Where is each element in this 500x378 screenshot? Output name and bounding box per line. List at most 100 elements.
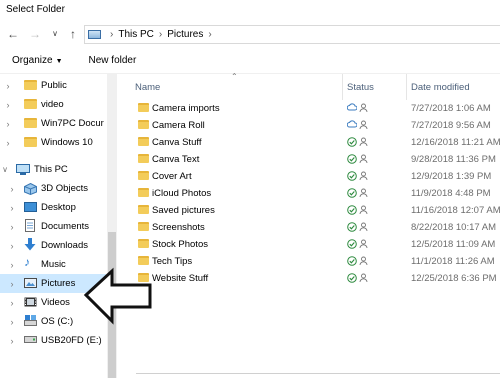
folder-icon [138,171,149,183]
downloads-icon [24,238,37,251]
chevron-right-icon[interactable]: › [3,100,13,110]
file-name: Camera Roll [152,120,205,131]
file-row[interactable]: iCloud Photos 11/9/2018 4:48 PM [118,185,500,202]
column-header-date-modified[interactable]: Date modified [411,74,470,100]
status-cell [347,273,371,284]
column-divider[interactable] [342,74,343,100]
file-name: Website Stuff [152,273,209,284]
pictures-icon [24,278,37,289]
organize-label: Organize [12,55,53,66]
nav-item-win7pc-documents[interactable]: › Win7PC Docur [0,114,106,133]
date-modified: 12/16/2018 11:21 AM [411,137,500,148]
annotation-arrow-icon [83,267,152,325]
file-name: Camera imports [152,103,220,114]
file-name: Saved pictures [152,205,215,216]
cloud-icon [346,120,358,130]
nav-item-3d-objects[interactable]: › 3D Objects [0,179,106,198]
up-arrow-icon[interactable]: ↑ [66,25,80,43]
status-cell [347,222,371,233]
back-icon[interactable]: ← [6,25,20,43]
nav-item-downloads[interactable]: › Downloads [0,236,106,255]
date-modified: 7/27/2018 9:56 AM [411,120,491,131]
file-row[interactable]: Website Stuff 12/25/2018 6:36 PM [118,270,500,287]
status-cell [347,137,371,148]
file-row[interactable]: Canva Text 9/28/2018 11:36 PM [118,151,500,168]
file-name: Screenshots [152,222,205,233]
chevron-right-icon[interactable]: › [7,336,17,346]
breadcrumb-chevron-icon[interactable]: › [110,29,113,40]
status-cell [347,239,371,250]
nav-item-windows-10[interactable]: › Windows 10 [0,133,106,152]
recent-locations-chevron-icon[interactable]: ∨ [48,25,62,43]
file-row[interactable]: Saved pictures 11/16/2018 12:07 AM [118,202,500,219]
music-icon: ♪ [24,255,30,269]
nav-item-video[interactable]: › video [0,95,106,114]
file-row[interactable]: Canva Stuff 12/16/2018 11:21 AM [118,134,500,151]
this-pc-icon [88,30,101,39]
chevron-right-icon[interactable]: › [7,279,17,289]
nav-item-this-pc[interactable]: ∨ This PC [0,160,106,179]
shared-person-icon [359,171,369,181]
column-header-status[interactable]: Status [347,74,374,100]
desktop-icon [24,202,37,213]
file-row[interactable]: Screenshots 8/22/2018 10:17 AM [118,219,500,236]
forward-icon[interactable]: → [28,25,42,43]
breadcrumb-pictures[interactable]: Pictures [167,29,203,40]
chevron-right-icon[interactable]: › [7,298,17,308]
folder-icon [138,239,149,251]
chevron-right-icon[interactable]: › [7,184,17,194]
chevron-right-icon[interactable]: › [7,260,17,270]
chevron-right-icon[interactable]: › [3,138,13,148]
chevron-right-icon[interactable]: › [7,203,17,213]
chevron-down-icon[interactable]: ∨ [0,165,10,174]
address-bar[interactable]: › This PC › Pictures › [84,25,500,44]
nav-item-usb20fd-e[interactable]: › USB20FD (E:) [0,331,106,350]
chevron-right-icon[interactable]: › [7,317,17,327]
file-name: Cover Art [152,171,192,182]
chevron-right-icon[interactable]: › [3,81,13,91]
command-bar: Organize ▼ New folder [0,48,500,74]
synced-check-icon [347,273,357,283]
folder-icon [24,118,37,129]
shared-person-icon [359,222,369,232]
nav-item-desktop[interactable]: › Desktop [0,198,106,217]
nav-label: This PC [34,164,68,175]
file-row[interactable]: Cover Art 12/9/2018 1:39 PM [118,168,500,185]
file-row[interactable]: Stock Photos 12/5/2018 11:09 AM [118,236,500,253]
organize-button[interactable]: Organize ▼ [12,55,63,66]
address-row: ← → ∨ ↑ › This PC › Pictures › [0,22,500,48]
column-header-name[interactable]: Name [135,74,160,100]
status-cell [347,188,371,199]
nav-label: USB20FD (E:) [41,335,102,346]
status-cell [346,120,371,131]
nav-label: Win7PC Docur [41,118,104,129]
breadcrumb-chevron-icon[interactable]: › [208,29,211,40]
shared-person-icon [359,239,369,249]
nav-item-public[interactable]: › Public [0,76,106,95]
folder-icon [138,137,149,149]
synced-check-icon [347,171,357,181]
breadcrumb-this-pc[interactable]: This PC [118,29,154,40]
file-row[interactable]: Camera Roll 7/27/2018 9:56 AM [118,117,500,134]
date-modified: 11/16/2018 12:07 AM [411,205,500,216]
chevron-right-icon[interactable]: › [7,241,17,251]
sort-ascending-icon: ⌃ [231,72,238,81]
chevron-right-icon[interactable]: › [7,222,17,232]
nav-pane-scrollbar[interactable] [107,74,117,378]
window-title: Select Folder [6,4,65,15]
date-modified: 12/9/2018 1:39 PM [411,171,492,182]
breadcrumb-chevron-icon[interactable]: › [159,29,162,40]
file-list: ⌃ Name Status Date modified Camera impor… [118,72,500,378]
date-modified: 8/22/2018 10:17 AM [411,222,497,233]
nav-item-documents[interactable]: › Documents [0,217,106,236]
folder-icon [138,103,149,115]
shared-person-icon [359,205,369,215]
file-row[interactable]: Tech Tips 11/1/2018 11:26 AM [118,253,500,270]
chevron-right-icon[interactable]: › [3,119,13,129]
file-name: iCloud Photos [152,188,212,199]
cloud-icon [346,103,358,113]
videos-icon [24,297,37,308]
new-folder-button[interactable]: New folder [89,55,137,66]
column-divider[interactable] [406,74,407,100]
file-row[interactable]: Camera imports 7/27/2018 1:06 AM [118,100,500,117]
